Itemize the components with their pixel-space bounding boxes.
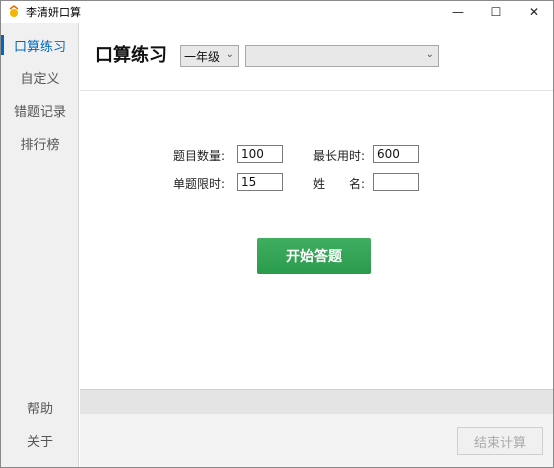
topic-select[interactable]: ⌄ [245,45,439,67]
window-title: 李清妍口算 [26,6,81,19]
sidebar: 口算练习 自定义 错题记录 排行榜 帮助 关于 [1,23,79,467]
grade-select-value: 一年级 [184,49,221,64]
per-question-limit-input[interactable]: 15 [237,173,283,191]
footer: 结束计算 [80,414,553,467]
max-time-input[interactable]: 600 [373,145,419,163]
per-question-limit-label: 单题限时: [173,177,226,191]
page-title: 口算练习 [95,45,167,66]
minimize-button[interactable]: — [439,1,477,23]
end-calculation-button[interactable]: 结束计算 [457,427,543,455]
app-icon [9,5,19,17]
start-button[interactable]: 开始答题 [257,238,371,274]
grade-select[interactable]: 一年级 ⌄ [180,45,239,67]
header: 口算练习 一年级 ⌄ ⌄ [80,23,553,91]
sidebar-item-leaderboard[interactable]: 排行榜 [1,129,79,157]
window-controls: — ☐ ✕ [439,1,553,23]
name-label: 姓 名: [313,177,366,191]
sidebar-item-practice[interactable]: 口算练习 [1,31,79,59]
chevron-down-icon: ⌄ [225,49,234,60]
sidebar-item-mistakes[interactable]: 错题记录 [1,96,79,124]
title-bar: 李清妍口算 — ☐ ✕ [1,1,553,23]
question-count-input[interactable]: 100 [237,145,283,163]
chevron-down-icon: ⌄ [425,49,434,60]
sidebar-item-help[interactable]: 帮助 [1,393,79,421]
sidebar-item-about[interactable]: 关于 [1,426,79,454]
question-count-label: 题目数量: [173,149,226,163]
main-panel: 口算练习 一年级 ⌄ ⌄ 题目数量: 100 最长用时: 600 单题限时: 1… [80,23,553,467]
maximize-button[interactable]: ☐ [477,1,515,23]
sidebar-item-custom[interactable]: 自定义 [1,63,79,91]
close-button[interactable]: ✕ [515,1,553,23]
name-input[interactable] [373,173,419,191]
max-time-label: 最长用时: [313,149,366,163]
status-bar [80,389,553,414]
